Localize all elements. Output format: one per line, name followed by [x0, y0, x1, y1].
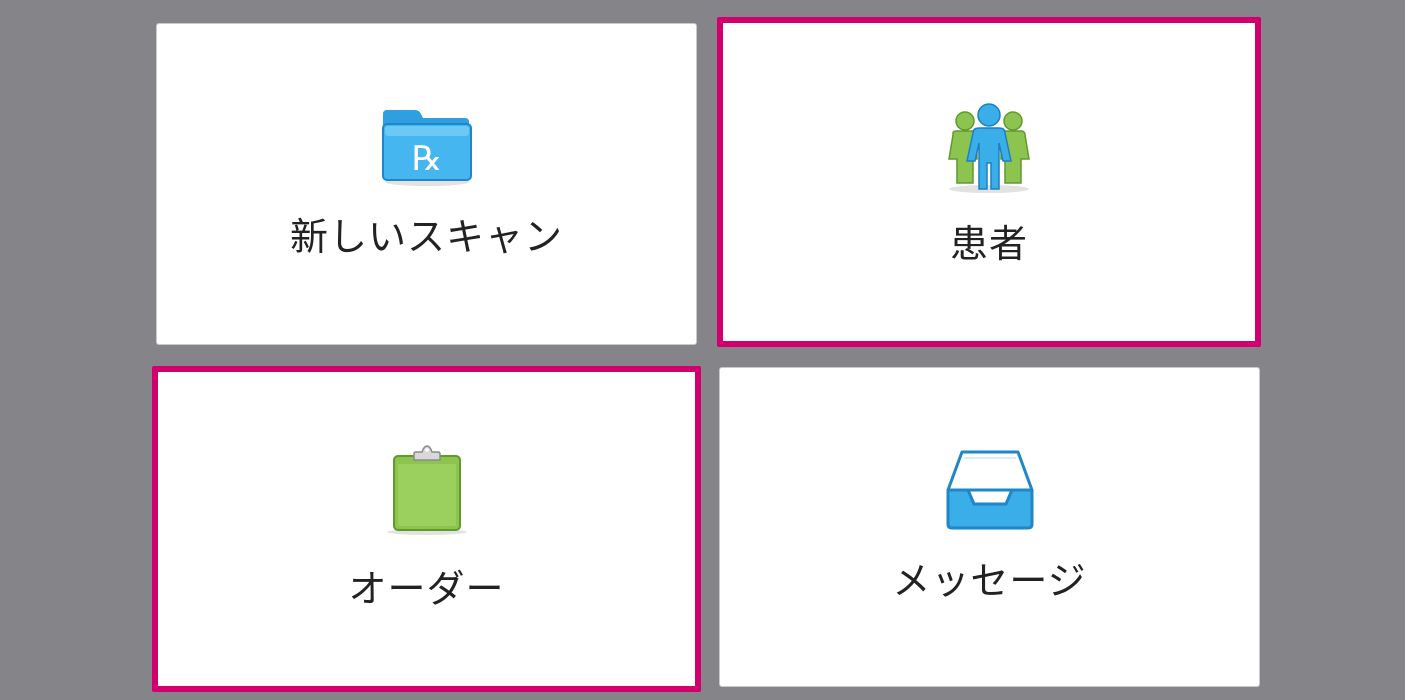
messages-label: メッセージ: [892, 559, 1087, 603]
clipboard-icon: [384, 444, 470, 540]
patients-label: 患者: [949, 222, 1028, 266]
new-scan-tile[interactable]: ℞ 新しいスキャン: [156, 23, 697, 345]
patients-icon: [943, 103, 1035, 199]
messages-tile[interactable]: メッセージ: [719, 367, 1260, 687]
inbox-tray-icon: [944, 448, 1036, 536]
rx-folder-icon: ℞: [379, 106, 475, 192]
rx-symbol: ℞: [411, 139, 441, 179]
orders-label: オーダー: [348, 567, 505, 611]
patients-tile[interactable]: 患者: [717, 17, 1261, 347]
orders-tile[interactable]: オーダー: [152, 366, 701, 692]
new-scan-label: 新しいスキャン: [289, 215, 563, 259]
